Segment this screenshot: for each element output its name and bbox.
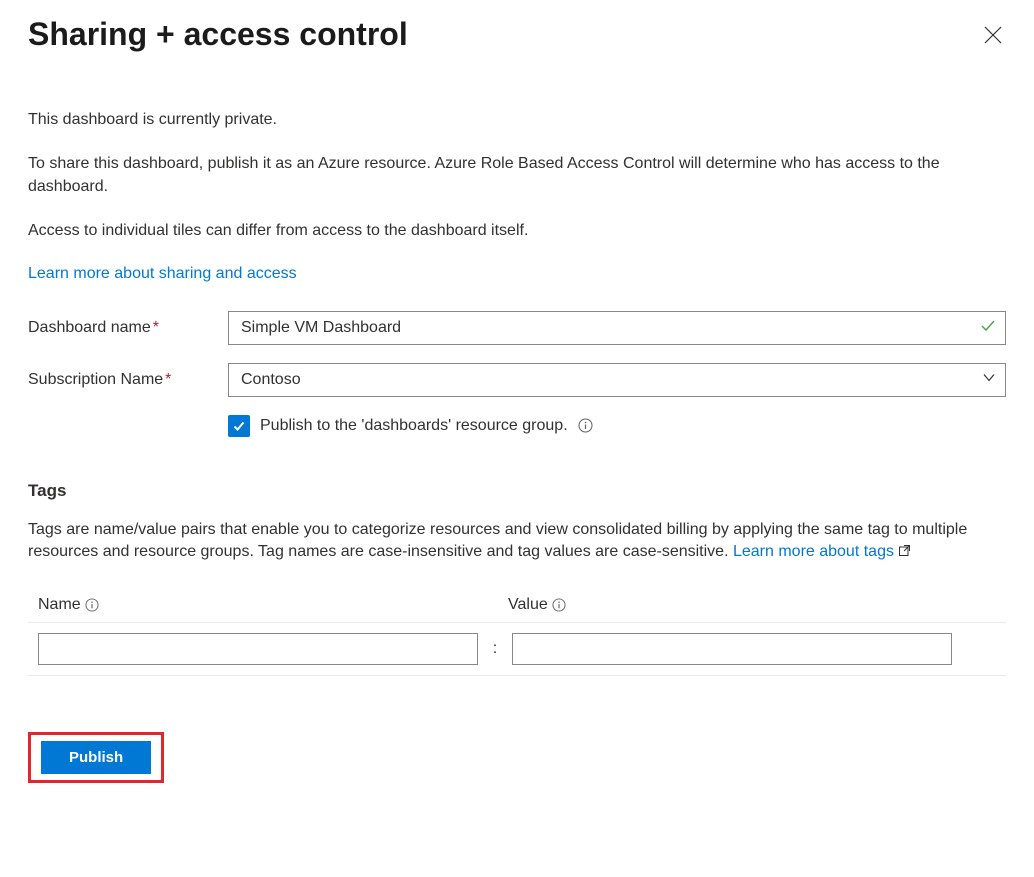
publish-button[interactable]: Publish bbox=[41, 741, 151, 774]
subscription-name-label: Subscription Name* bbox=[28, 371, 228, 389]
dashboard-name-input[interactable] bbox=[228, 311, 1006, 345]
check-icon bbox=[232, 419, 246, 433]
tags-section-title: Tags bbox=[28, 481, 1006, 501]
intro-text-3: Access to individual tiles can differ fr… bbox=[28, 220, 1006, 242]
tags-description: Tags are name/value pairs that enable yo… bbox=[28, 519, 1006, 565]
info-icon[interactable] bbox=[85, 598, 99, 612]
learn-more-tags-link[interactable]: Learn more about tags bbox=[733, 543, 911, 560]
info-icon[interactable] bbox=[578, 418, 593, 433]
publish-button-highlight: Publish bbox=[28, 732, 164, 783]
tags-column-value-header: Value bbox=[508, 596, 996, 614]
tag-value-input[interactable] bbox=[512, 633, 952, 665]
close-icon bbox=[984, 26, 1002, 44]
intro-text-2: To share this dashboard, publish it as a… bbox=[28, 153, 1006, 198]
tags-table: Name Value : bbox=[28, 588, 1006, 676]
info-icon[interactable] bbox=[552, 598, 566, 612]
page-title: Sharing + access control bbox=[28, 16, 408, 53]
tag-separator: : bbox=[482, 640, 508, 658]
publish-resource-group-checkbox[interactable] bbox=[228, 415, 250, 437]
tags-column-name-header: Name bbox=[38, 596, 508, 614]
learn-more-sharing-link[interactable]: Learn more about sharing and access bbox=[28, 265, 297, 282]
subscription-selected-value: Contoso bbox=[241, 371, 301, 389]
external-link-icon bbox=[898, 542, 911, 564]
tags-row: : bbox=[28, 623, 1006, 675]
intro-text-1: This dashboard is currently private. bbox=[28, 109, 1006, 131]
close-button[interactable] bbox=[980, 22, 1006, 48]
tag-name-input[interactable] bbox=[38, 633, 478, 665]
subscription-name-select[interactable]: Contoso bbox=[228, 363, 1006, 397]
dashboard-name-label: Dashboard name* bbox=[28, 319, 228, 337]
publish-resource-group-label: Publish to the 'dashboards' resource gro… bbox=[260, 417, 568, 435]
